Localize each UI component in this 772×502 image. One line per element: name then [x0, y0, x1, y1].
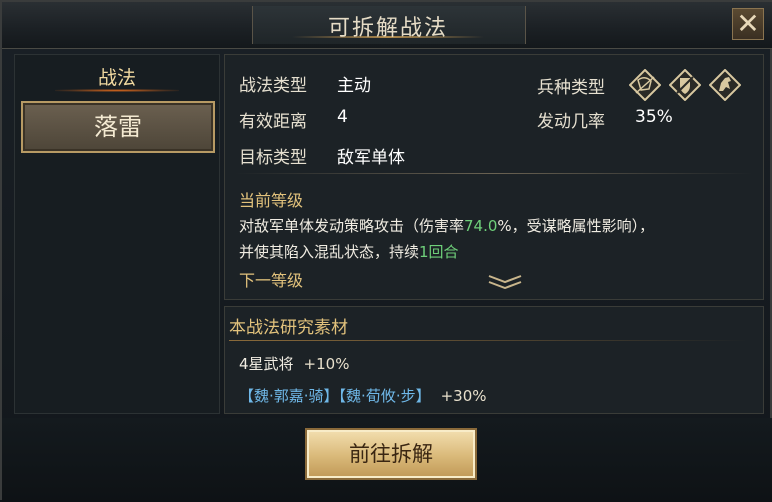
type-value: 主动 [337, 76, 371, 96]
material-row-star: 4星武将 +10% [239, 353, 349, 374]
current-level-label: 当前等级 [239, 191, 304, 210]
range-value: 4 [337, 107, 348, 127]
tactic-item-selected[interactable]: 落雷 [21, 101, 215, 153]
tactic-info-panel: 战法类型 主动 有效距离 4 目标类型 敌军单体 兵种类型 发动几率 35% 当… [224, 54, 764, 300]
scroll-down-icon[interactable] [487, 273, 523, 289]
info-divider [235, 173, 753, 174]
close-button[interactable]: ✕ [732, 8, 764, 40]
current-level-desc-line1: 对敌军单体发动策略攻击（伤害率74.0%，受谋略属性影响）， [239, 217, 655, 235]
cavalry-crossed-icon [629, 69, 661, 101]
close-icon: ✕ [736, 7, 760, 40]
material-star-bonus: +10% [303, 355, 350, 373]
target-label: 目标类型 [239, 148, 307, 168]
materials-title: 本战法研究素材 [229, 318, 348, 338]
go-disassemble-button[interactable]: 前往拆解 [305, 428, 477, 480]
shield-icon [669, 69, 701, 101]
material-star-label: 4星武将 [239, 355, 294, 373]
next-level-label: 下一等级 [239, 271, 304, 290]
troop-type-label: 兵种类型 [537, 78, 605, 98]
general-chip-xunyou[interactable]: 【魏·荀攸·步】 [339, 387, 431, 405]
tab-glow [55, 89, 179, 92]
trigger-rate-value: 35% [635, 107, 673, 127]
tactic-list-panel: 战法 落雷 [14, 54, 220, 414]
current-level-desc-line2: 并使其陷入混乱状态，持续1回合 [239, 243, 459, 261]
general-chip-guojia[interactable]: 【魏·郭嘉·骑】 [239, 387, 339, 405]
research-materials-panel: 本战法研究素材 4星武将 +10% 【魏·郭嘉·骑】【魏·荀攸·步】 +30% [224, 306, 764, 414]
tactic-dialog: 可拆解战法 ✕ 战法 落雷 战法类型 主动 有效距离 4 目标类型 敌军单体 兵… [0, 0, 772, 502]
target-value: 敌军单体 [337, 148, 405, 168]
material-generals-bonus: +30% [440, 387, 487, 405]
horse-icon [709, 69, 741, 101]
materials-divider [229, 340, 749, 341]
range-label: 有效距离 [239, 112, 307, 132]
tactic-tab-label: 战法 [97, 67, 136, 89]
material-row-generals: 【魏·郭嘉·骑】【魏·荀攸·步】 +30% [239, 385, 487, 406]
trigger-rate-label: 发动几率 [537, 112, 605, 132]
type-label: 战法类型 [239, 76, 307, 96]
dialog-title: 可拆解战法 [327, 16, 448, 41]
